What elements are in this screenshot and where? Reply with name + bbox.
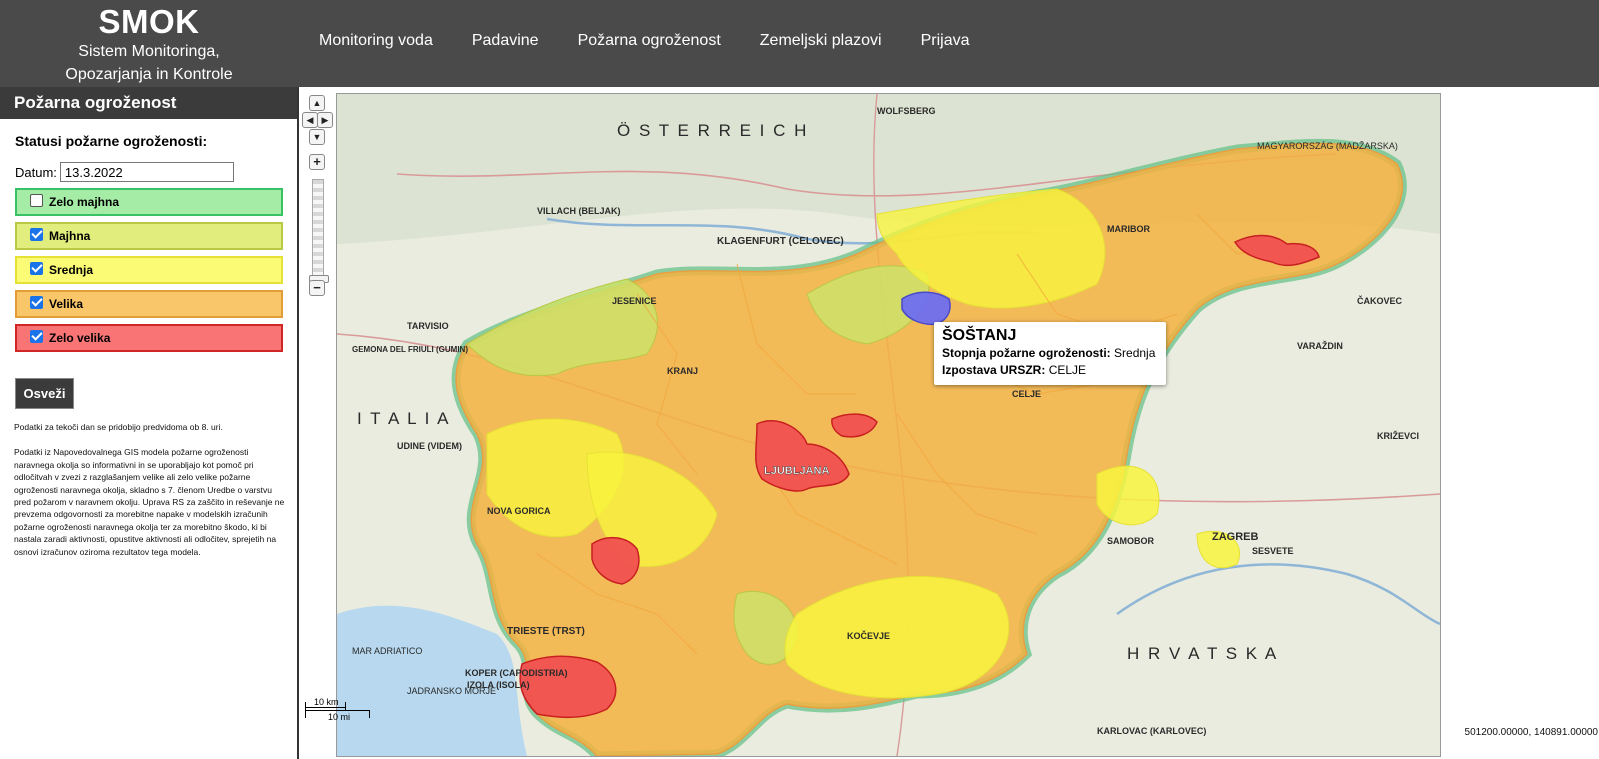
label-gemona: GEMONA DEL FRIULI (GUMIN) — [352, 345, 468, 354]
label-italia: I T A L I A — [357, 409, 451, 428]
pan-up-icon[interactable]: ▲ — [309, 95, 325, 111]
label-samobor: SAMOBOR — [1107, 536, 1155, 546]
brand-title: SMOK — [98, 3, 200, 40]
brand-subtitle-line1: Sistem Monitoringa, — [78, 43, 220, 60]
sidebar-title: Požarna ogroženost — [0, 87, 297, 119]
zoom-out-icon[interactable]: − — [309, 280, 325, 296]
level-majhna[interactable]: Majhna — [15, 222, 283, 250]
pan-right-icon[interactable]: ▶ — [317, 112, 333, 128]
level-label: Majhna — [49, 229, 91, 243]
map-view[interactable]: LJUBLJANA MARIBOR KLAGENFURT (CELOVEC) Z… — [336, 93, 1441, 757]
label-ljubljana: LJUBLJANA — [764, 465, 829, 477]
level-velika[interactable]: Velika — [15, 290, 283, 318]
label-koper: KOPER (CAPODISTRIA) — [465, 668, 568, 678]
label-osterreich: Ö S T E R R E I C H — [617, 121, 808, 140]
nav-padavine[interactable]: Padavine — [472, 32, 539, 50]
label-villach: VILLACH (BELJAK) — [537, 206, 621, 216]
label-nova-gorica: NOVA GORICA — [487, 506, 551, 516]
update-note: Podatki za tekoči dan se pridobijo predv… — [14, 422, 223, 432]
checkbox-srednja[interactable] — [30, 261, 43, 275]
checkbox-zelo-velika[interactable] — [30, 329, 43, 343]
map-canvas[interactable]: LJUBLJANA MARIBOR KLAGENFURT (CELOVEC) Z… — [337, 94, 1440, 756]
date-label: Datum: — [15, 164, 57, 180]
sidebar: Požarna ogroženost Statusi požarne ogrož… — [0, 87, 299, 759]
level-srednja[interactable]: Srednja — [15, 256, 283, 284]
main-nav: Monitoring voda Padavine Požarna ogrožen… — [319, 32, 1008, 50]
label-magyarorszag: MAGYARORSZÁG (MADŽARSKA) — [1257, 141, 1398, 151]
checkbox-majhna[interactable] — [30, 227, 43, 241]
popup-title: ŠOŠTANJ — [942, 327, 1017, 344]
scale-km-label: 10 km — [314, 697, 339, 707]
checkbox-velika[interactable] — [30, 295, 43, 309]
label-trieste: TRIESTE (TRST) — [507, 626, 585, 637]
brand[interactable]: SMOK Sistem Monitoringa, Opozarjanja in … — [38, 4, 260, 86]
level-zelo-velika[interactable]: Zelo velika — [15, 324, 283, 352]
app-header: SMOK Sistem Monitoringa, Opozarjanja in … — [0, 0, 1599, 87]
map-area: ▲ ◀ ▶ ▼ + − LJUBLJANA MARIBOR KLAGENFURT… — [299, 87, 1599, 759]
popup-office-row: Izpostava URSZR: CELJE — [942, 362, 1158, 379]
date-row: Datum: — [15, 162, 297, 182]
status-heading: Statusi požarne ogroženosti: — [15, 133, 208, 149]
zoom-in-icon[interactable]: + — [309, 154, 325, 170]
region-srednja — [1096, 465, 1160, 526]
popup-office-value: CELJE — [1048, 363, 1087, 377]
level-label: Srednja — [49, 263, 94, 277]
popup-level-label: Stopnja požarne ogroženosti: — [942, 346, 1111, 360]
label-krizevci: KRIŽEVCI — [1377, 430, 1419, 441]
nav-monitoring-voda[interactable]: Monitoring voda — [319, 32, 433, 50]
level-zelo-majhna[interactable]: Zelo majhna — [15, 188, 283, 216]
label-udine: UDINE (VIDEM) — [397, 441, 462, 451]
label-cakovec: ČAKOVEC — [1357, 295, 1403, 306]
popup-level-value: Srednja — [1114, 346, 1156, 360]
label-zagreb: ZAGREB — [1212, 531, 1259, 543]
label-celje: CELJE — [1012, 389, 1041, 399]
checkbox-zelo-majhna[interactable] — [30, 193, 43, 207]
label-maribor: MARIBOR — [1107, 224, 1150, 234]
level-label: Zelo majhna — [49, 195, 120, 209]
label-varazdin: VARAŽDIN — [1297, 340, 1343, 351]
mouse-coordinates: 501200.00000, 140891.00000 — [1464, 727, 1598, 738]
label-jesenice: JESENICE — [612, 296, 657, 306]
date-input[interactable] — [59, 162, 234, 182]
disclaimer-note: Podatki iz Napovedovalnega GIS modela po… — [14, 447, 285, 557]
nav-pozarna-ogrozenost[interactable]: Požarna ogroženost — [578, 32, 721, 50]
popup-level-row: Stopnja požarne ogroženosti: Srednja — [942, 345, 1158, 362]
label-klagenfurt: KLAGENFURT (CELOVEC) — [717, 236, 844, 247]
label-wolfsberg: WOLFSBERG — [877, 106, 936, 116]
label-karlovac: KARLOVAC (KARLOVEC) — [1097, 726, 1206, 736]
level-label: Zelo velika — [49, 331, 111, 345]
scale-mi-label: 10 mi — [328, 712, 351, 722]
nav-zemeljski-plazovi[interactable]: Zemeljski plazovi — [760, 32, 882, 50]
region-zelo-velika-koper — [519, 655, 617, 719]
level-label: Velika — [49, 297, 84, 311]
label-jadransko-morje: JADRANSKO MORJE — [407, 686, 496, 696]
zoom-slider[interactable] — [312, 179, 324, 287]
label-sesvete: SESVETE — [1252, 546, 1294, 556]
popup-office-label: Izpostava URSZR: — [942, 363, 1046, 377]
region-popup[interactable]: ŠOŠTANJ Stopnja požarne ogroženosti: Sre… — [934, 322, 1166, 385]
nav-prijava[interactable]: Prijava — [921, 32, 970, 50]
scale-bar: 10 km 10 mi — [304, 697, 374, 723]
label-kranj: KRANJ — [667, 366, 698, 376]
label-mar-adriatico: MAR ADRIATICO — [352, 646, 422, 656]
label-hrvatska: H R V A T S K A — [1127, 644, 1278, 663]
pan-left-icon[interactable]: ◀ — [302, 112, 318, 128]
brand-subtitle-line2: Opozarjanja in Kontrole — [65, 66, 233, 83]
pan-down-icon[interactable]: ▼ — [309, 129, 325, 145]
label-tarvisio: TARVISIO — [407, 321, 449, 331]
refresh-button[interactable]: Osveži — [15, 378, 74, 409]
label-kocevje: KOČEVJE — [847, 630, 890, 641]
